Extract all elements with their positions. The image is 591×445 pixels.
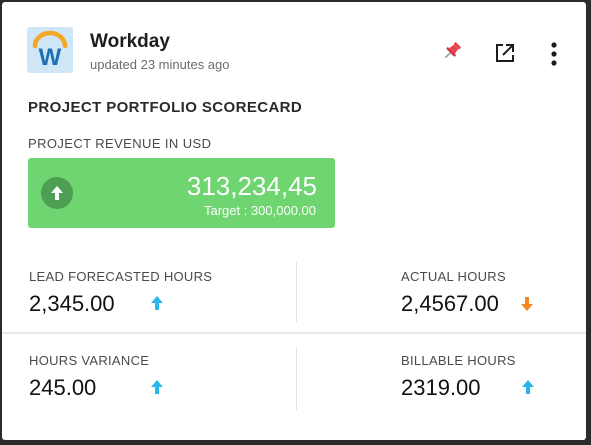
more-vertical-icon[interactable] [550, 42, 558, 66]
metric-value: 2319.00 [401, 375, 481, 400]
metric-label: ACTUAL HOURS [401, 269, 506, 284]
updated-timestamp: updated 23 minutes ago [90, 57, 230, 72]
logo-letter: W [39, 44, 62, 71]
trend-up-icon [150, 295, 164, 311]
metric-label: HOURS VARIANCE [29, 353, 150, 368]
metric-label: BILLABLE HOURS [401, 353, 516, 368]
pin-icon[interactable] [440, 39, 464, 63]
scorecard-title: PROJECT PORTFOLIO SCORECARD [28, 99, 303, 116]
app-name: Workday [90, 31, 170, 52]
metric-divider-vertical [296, 348, 297, 410]
trend-up-icon [521, 379, 535, 395]
metric-label: LEAD FORECASTED HOURS [29, 269, 213, 284]
trend-up-icon [150, 379, 164, 395]
revenue-target: Target : 300,000.00 [203, 203, 316, 218]
metric-value: 2,4567.00 [401, 291, 499, 316]
metric-value: 2,345.00 [29, 291, 115, 316]
metric-divider-vertical [296, 262, 297, 322]
open-external-icon[interactable] [494, 42, 516, 64]
metric-value: 245.00 [29, 375, 97, 400]
revenue-value: 313,234,45 [186, 171, 317, 201]
metric-divider-horizontal [2, 332, 586, 334]
trend-down-icon [520, 296, 534, 312]
scorecard-card: W Workday updated 23 minutes ago PROJECT… [2, 2, 586, 440]
workday-logo: W [27, 27, 73, 73]
trend-up-icon [41, 177, 73, 209]
revenue-kpi-tile[interactable]: 313,234,45 Target : 300,000.00 [28, 158, 335, 228]
revenue-label: PROJECT REVENUE IN USD [28, 136, 212, 151]
